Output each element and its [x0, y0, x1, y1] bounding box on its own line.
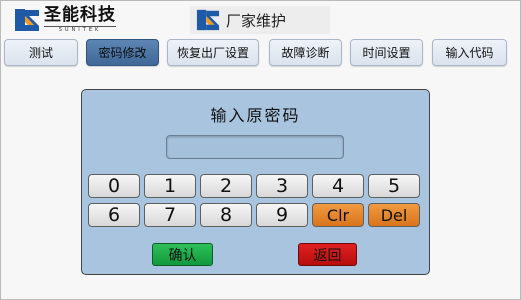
key-4[interactable]: 4: [312, 174, 364, 198]
page-title: 厂家维护: [226, 11, 287, 30]
delete-button[interactable]: Del: [368, 203, 420, 227]
page-header: 厂家维护: [190, 6, 330, 34]
tab-password-change[interactable]: 密码修改: [86, 39, 159, 66]
tab-time-settings[interactable]: 时间设置: [350, 39, 423, 66]
key-1[interactable]: 1: [144, 174, 196, 198]
key-8[interactable]: 8: [200, 203, 252, 227]
password-keypad-panel: 输入原密码 0 1 2 3 4 5 6 7 8 9 Clr Del 确认 返回: [81, 89, 430, 275]
tab-enter-code[interactable]: 输入代码: [432, 39, 507, 66]
key-7[interactable]: 7: [144, 203, 196, 227]
clear-button[interactable]: Clr: [312, 203, 364, 227]
back-button[interactable]: 返回: [298, 243, 357, 266]
key-0[interactable]: 0: [88, 174, 140, 198]
key-9[interactable]: 9: [256, 203, 308, 227]
logo-s-icon: [15, 9, 39, 31]
password-input[interactable]: [166, 135, 344, 159]
company-logo: 圣能科技 SUNITEK: [14, 6, 142, 34]
tab-factory-reset[interactable]: 恢复出厂设置: [167, 39, 259, 66]
key-5[interactable]: 5: [368, 174, 420, 198]
confirm-button[interactable]: 确认: [152, 243, 213, 266]
key-6[interactable]: 6: [88, 203, 140, 227]
tab-test[interactable]: 测试: [4, 39, 78, 66]
keypad-title: 输入原密码: [210, 106, 301, 125]
logo-name: 圣能科技: [44, 5, 116, 25]
tab-fault-diagnosis[interactable]: 故障诊断: [269, 39, 342, 66]
key-3[interactable]: 3: [256, 174, 308, 198]
header-logo-icon: [196, 9, 220, 31]
logo-subtext: SUNITEK: [44, 26, 116, 33]
key-2[interactable]: 2: [200, 174, 252, 198]
